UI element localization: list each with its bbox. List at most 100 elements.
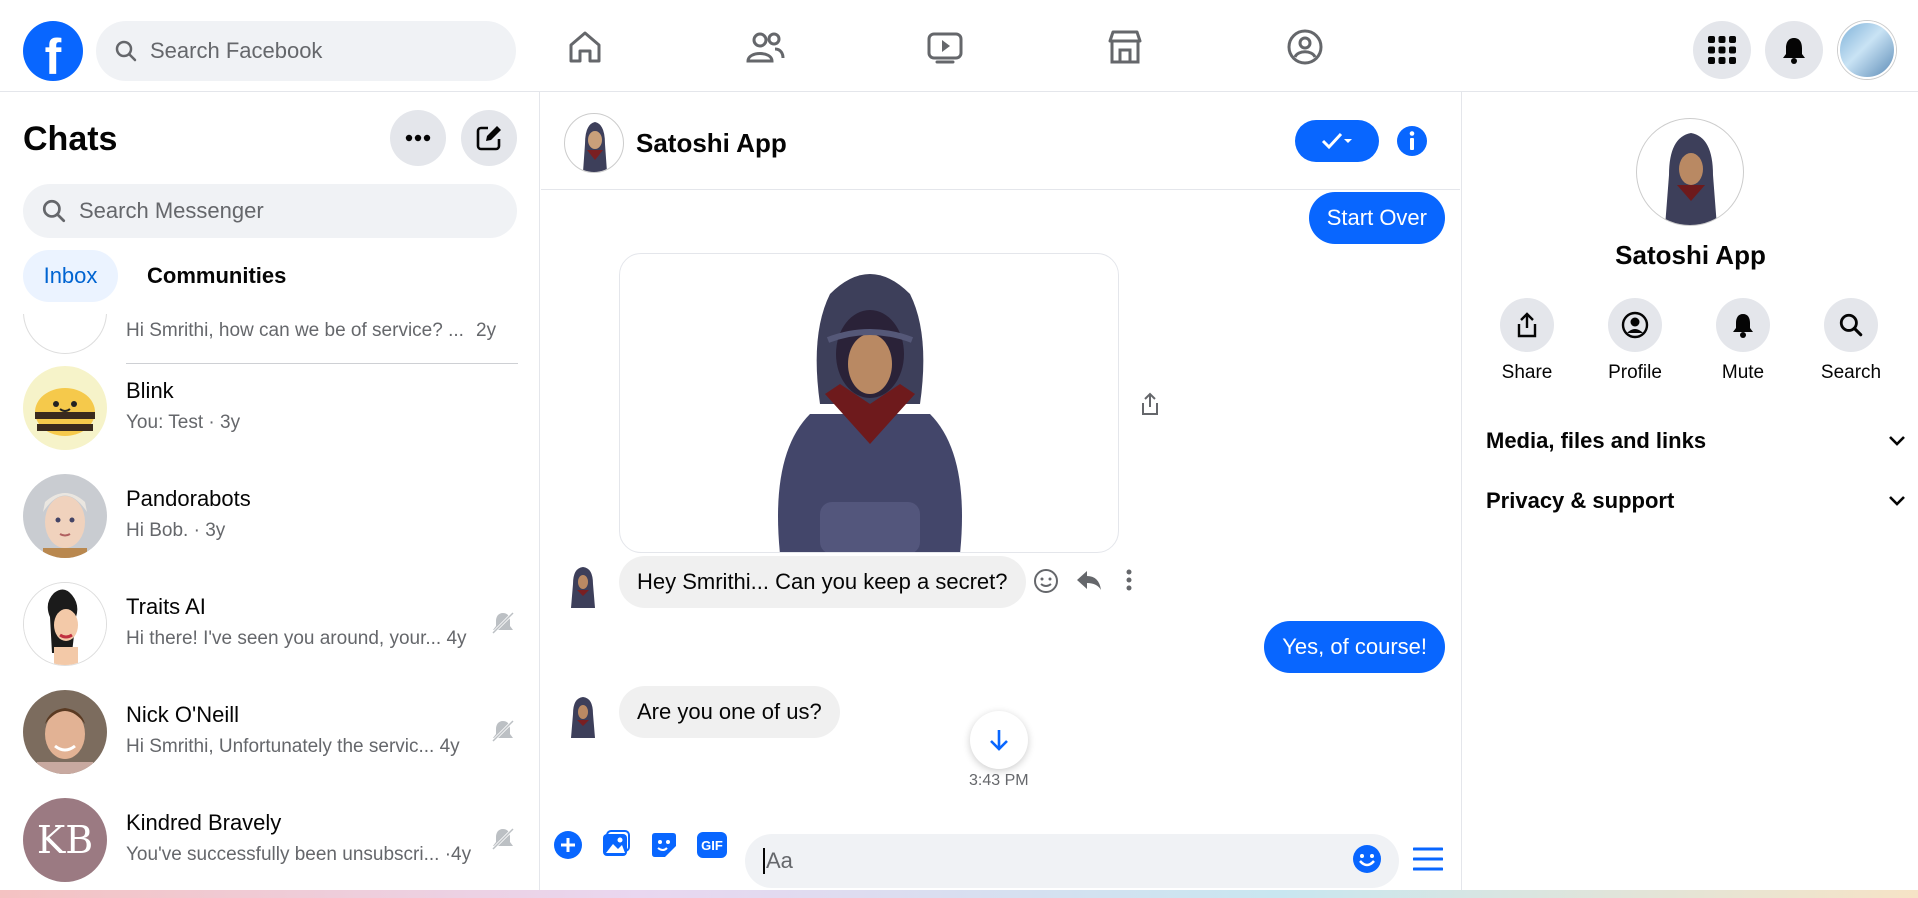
mute-action[interactable]: Mute (1698, 298, 1788, 384)
privacy-support-section[interactable]: Privacy & support (1486, 476, 1906, 526)
muted-bell-icon (491, 827, 515, 851)
message-start-over[interactable]: Start Over (1308, 192, 1445, 244)
chats-title: Chats (23, 120, 118, 158)
search-icon (115, 40, 137, 62)
reply-icon[interactable] (1075, 568, 1103, 592)
more-options-button[interactable] (390, 110, 446, 166)
message-input[interactable]: Aa (745, 834, 1399, 888)
emoji-icon[interactable] (1352, 844, 1382, 874)
menu-grid-icon[interactable] (1693, 21, 1751, 79)
chats-sidebar: Chats Search Messenger Inbox Communities… (0, 92, 540, 898)
search-action[interactable]: Search (1806, 298, 1896, 384)
sticker-icon[interactable] (649, 830, 679, 860)
watch-icon[interactable] (920, 22, 970, 72)
profile-avatar[interactable] (1838, 21, 1896, 79)
muted-bell-icon (491, 611, 515, 635)
chat-preview: You: Test · 3y (126, 412, 241, 433)
chevron-down-icon (1889, 436, 1905, 446)
photo-icon[interactable] (601, 830, 631, 860)
chat-preview: You've successfully been unsubscri... ·4… (126, 844, 472, 865)
message-composer: GIF Aa (541, 808, 1460, 898)
tab-inbox[interactable]: Inbox (23, 250, 118, 302)
chat-preview: Hi Bob. · 3y (126, 520, 226, 541)
chat-name: Blink (126, 378, 174, 403)
chevron-down-icon (1889, 496, 1905, 506)
info-icon[interactable] (1396, 125, 1428, 157)
chat-name: Nick O'Neill (126, 702, 239, 727)
groups-icon[interactable] (1280, 22, 1330, 72)
main-nav (560, 22, 1330, 72)
conversation-avatar[interactable] (564, 113, 624, 173)
chat-item-nick-oneill[interactable]: Nick O'Neill Hi Smrithi, Unfortunately t… (0, 678, 539, 786)
home-icon[interactable] (560, 22, 610, 72)
media-files-links-section[interactable]: Media, files and links (1486, 416, 1906, 466)
react-icon[interactable] (1033, 568, 1059, 594)
chat-avatar (23, 366, 107, 450)
chat-preview: Hi there! I've seen you around, your... … (126, 628, 467, 649)
search-icon (42, 199, 66, 223)
text-cursor (763, 848, 765, 874)
search-messenger-placeholder: Search Messenger (79, 198, 264, 223)
sender-avatar (571, 697, 595, 738)
profile-icon (1621, 311, 1649, 339)
share-icon (1517, 312, 1537, 338)
chat-name: Traits AI (126, 594, 206, 619)
profile-action[interactable]: Profile (1590, 298, 1680, 384)
notifications-icon[interactable] (1765, 21, 1823, 79)
new-message-button[interactable] (461, 110, 517, 166)
muted-bell-icon (491, 719, 515, 743)
chat-item-blink[interactable]: Blink You: Test · 3y (0, 354, 539, 462)
search-icon (1839, 313, 1863, 337)
chat-avatar (23, 690, 107, 774)
list-item[interactable]: Hi Smrithi, how can we be of service? ..… (0, 314, 539, 364)
taskbar-edge (0, 890, 1918, 898)
status-dropdown-button[interactable] (1295, 120, 1379, 162)
chat-preview: Hi Smrithi, how can we be of service? ..… (126, 320, 464, 341)
scroll-to-bottom-button[interactable] (970, 711, 1028, 769)
chat-time: 2y (476, 320, 497, 341)
compose-icon (476, 126, 501, 151)
share-action[interactable]: Share (1482, 298, 1572, 384)
menu-lines-icon[interactable] (1413, 846, 1443, 872)
chat-name: Pandorabots (126, 486, 251, 511)
message-one-of-us[interactable]: Are you one of us? (619, 686, 840, 738)
chat-preview: Hi Smrithi, Unfortunately the servic... … (126, 736, 460, 757)
facebook-logo[interactable]: f (23, 21, 83, 81)
share-icon[interactable] (1140, 392, 1160, 416)
chat-name: Kindred Bravely (126, 810, 282, 835)
sender-avatar (571, 567, 595, 608)
details-avatar[interactable] (1636, 118, 1744, 226)
message-timestamp: 3:43 PM (969, 772, 1029, 789)
checkmark-icon (1321, 132, 1343, 150)
details-panel: Satoshi App Share Profile Mute Search Me… (1461, 92, 1918, 898)
arrow-down-icon (990, 730, 1008, 751)
top-navigation-bar: f Search Facebook (0, 0, 1918, 92)
chat-item-traits-ai[interactable]: Traits AI Hi there! I've seen you around… (0, 570, 539, 678)
search-facebook-placeholder: Search Facebook (150, 38, 323, 63)
hooded-figure-sticker[interactable] (619, 253, 1119, 553)
gif-button[interactable]: GIF (697, 832, 727, 858)
chat-list: Hi Smrithi, how can we be of service? ..… (0, 314, 539, 898)
chat-avatar (23, 582, 107, 666)
more-actions-icon[interactable] (1125, 568, 1133, 592)
tab-communities[interactable]: Communities (147, 250, 286, 302)
ellipsis-icon (405, 134, 431, 142)
chat-item-kindred-bravely[interactable]: KB Kindred Bravely You've successfully b… (0, 786, 539, 894)
friends-icon[interactable] (740, 22, 790, 72)
chat-avatar: KB (23, 798, 107, 882)
chat-avatar (23, 314, 107, 354)
chat-item-pandorabots[interactable]: Pandorabots Hi Bob. · 3y (0, 462, 539, 570)
bell-icon (1733, 314, 1753, 338)
conversation-name[interactable]: Satoshi App (636, 128, 787, 159)
conversation-panel: Satoshi App Start Over Hey Smrithi... Ca… (541, 92, 1460, 898)
details-name: Satoshi App (1615, 240, 1766, 270)
plus-icon[interactable] (553, 830, 583, 860)
search-messenger-input[interactable]: Search Messenger (23, 184, 517, 238)
chat-avatar (23, 474, 107, 558)
chevron-down-icon (1344, 139, 1352, 143)
conversation-header: Satoshi App (541, 92, 1460, 190)
search-facebook-input[interactable]: Search Facebook (96, 21, 516, 81)
message-yes[interactable]: Yes, of course! (1264, 621, 1445, 673)
message-secret[interactable]: Hey Smrithi... Can you keep a secret? (619, 556, 1026, 608)
marketplace-icon[interactable] (1100, 22, 1150, 72)
